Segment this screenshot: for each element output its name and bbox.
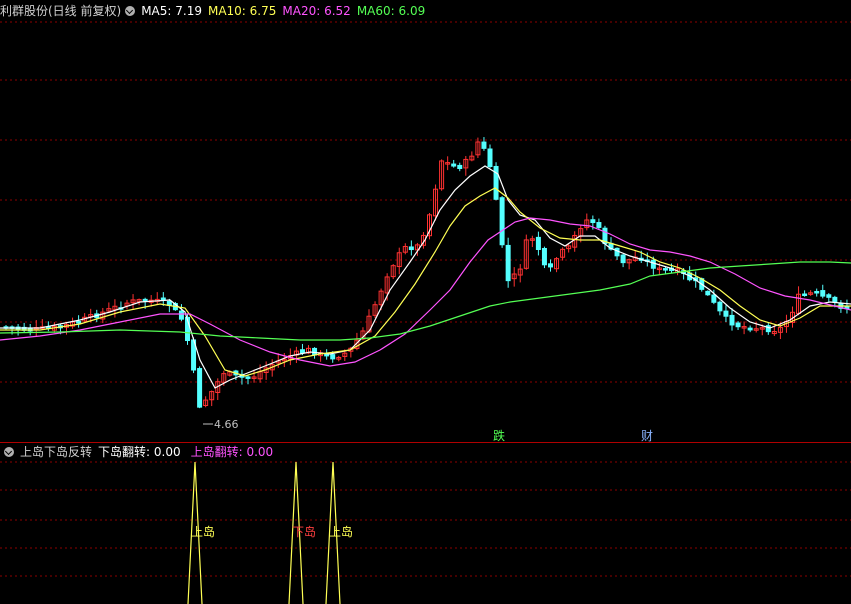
candle-down [324,353,330,357]
ma10-label: MA10: 6.75 [207,4,277,18]
kline-chart[interactable]: 4.66跌 财上岛 下岛 上岛 [0,0,851,604]
candle-down [735,322,741,328]
candle-down [614,247,620,257]
down-island-value: 下岛翻转: 0.00 [98,445,181,459]
candle-down [499,197,505,246]
ma60-label: MA60: 6.09 [356,4,426,18]
candle-down [596,222,602,228]
candle-down [650,259,656,269]
low-price-label: 4.66 [214,418,239,431]
candle-down [590,219,596,224]
ma5-line [0,165,851,389]
candle-down [481,141,487,149]
candle-down [197,368,203,408]
candle-down [160,297,166,301]
candle-down [487,148,493,168]
stock-chart-window: 4.66 跌财上岛 下岛 上岛 利群股份(日线 前复权) MA5: 7.19 MA10: … [0,0,851,604]
candle-down [620,254,626,264]
candle-down [814,291,820,294]
main-panel-header: 利群股份(日线 前复权) MA5: 7.19 MA10: 6.75 MA20: 6.5… [0,2,431,20]
candles [3,137,850,409]
signal-label: 上岛 [329,524,353,539]
signal-label: 下岛 [292,524,316,539]
up-island-value: 上岛翻转: 0.00 [190,445,274,459]
ma10-line [0,187,851,377]
candle-down [457,164,463,169]
candle-down [408,246,414,251]
candle-down [312,347,318,356]
candle-down [142,298,148,302]
candle-down [802,293,808,297]
candle-down [717,301,723,312]
candle-down [820,290,826,297]
candle-down [299,349,305,354]
candle-down [548,263,553,268]
dropdown-icon[interactable] [4,446,14,457]
candle-down [541,247,547,266]
candle-down [535,236,541,250]
candle-down [662,268,668,271]
ma5-label: MA5: 7.19 [141,4,202,18]
candle-down [76,321,82,324]
candle-down [711,294,717,303]
indicator-title: 上岛下岛反转 [20,445,93,459]
candle-down [505,244,511,282]
event-tag: 财 [641,429,653,443]
candle-down [451,163,457,167]
candle-down [705,290,711,296]
candle-down [245,376,251,379]
event-tag: 跌 [493,428,505,443]
candle-down [826,294,832,298]
stock-title: 利群股份(日线 前复权) [0,4,122,18]
candle-down [178,310,184,320]
candle-down [729,314,735,326]
sub-panel-header: 上岛下岛反转 下岛翻转: 0.00 上岛翻转: 0.00 [0,443,279,461]
ma20-label: MA20: 6.52 [282,4,351,18]
ma60-line [0,261,851,341]
signal-label: 上岛 [191,524,215,539]
candle-down [330,354,336,360]
dropdown-icon[interactable] [125,5,136,16]
candle-down [723,310,729,317]
candle-down [747,327,753,331]
candle-down [832,296,838,303]
